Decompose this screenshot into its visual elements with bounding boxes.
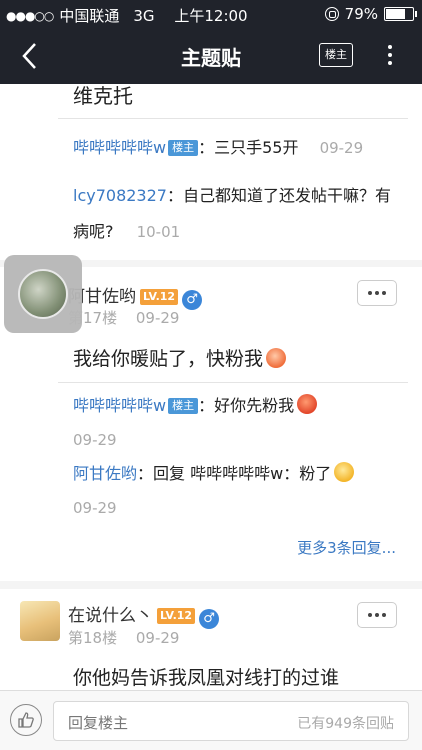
post-body: 我给你暖贴了，快粉我 xyxy=(73,344,287,371)
op-tag: 楼主 xyxy=(168,140,199,156)
bottom-reply-bar: 回复楼主 已有949条回贴 xyxy=(0,690,422,750)
author-name[interactable]: 在说什么丶 xyxy=(68,606,153,626)
reply-list: 哔哔哔哔哔w 楼主 ：三只手55开 09-29 lcy7082327：自己都知道了还… xyxy=(58,124,408,250)
battery-icon xyxy=(384,7,417,21)
reply-username[interactable]: 哔哔哔哔哔w xyxy=(73,396,166,415)
op-tag: 楼主 xyxy=(168,398,199,414)
more-replies-link[interactable]: 更多3条回复... xyxy=(297,537,396,558)
post-body: 你他妈告诉我凤凰对线打的过谁 xyxy=(73,667,340,689)
avatar-image xyxy=(18,269,68,319)
smile-emoji-icon xyxy=(334,462,355,482)
reply-item[interactable]: 哔哔哔哔哔w 楼主 ：好你先粉我 09-29 xyxy=(73,389,396,457)
male-icon: ♂ xyxy=(182,290,203,310)
like-button[interactable] xyxy=(10,704,42,736)
post-18: 在说什么丶 LV.12 ♂ 第18楼 09-29 你他妈告诉我凤凰对线打的过谁 xyxy=(0,589,422,690)
reply-item[interactable]: lcy7082327：自己都知道了还发帖干嘛？有病呢? 10-01 xyxy=(73,178,396,250)
only-op-button[interactable]: 楼主 xyxy=(319,43,353,67)
post-author[interactable]: 阿甘佐哟 LV.12 ♂ xyxy=(68,282,203,310)
reply-count: 已有949条回贴 xyxy=(297,716,394,732)
reply-username[interactable]: lcy7082327 xyxy=(73,186,167,205)
reply-placeholder: 回复楼主 xyxy=(68,714,129,732)
post-meta: 第17楼 09-29 xyxy=(68,307,179,328)
reply-input[interactable]: 回复楼主 已有949条回贴 xyxy=(53,701,409,741)
level-badge: LV.12 xyxy=(140,289,179,305)
avatar[interactable] xyxy=(20,601,60,641)
reply-username[interactable]: 阿甘佐哟 xyxy=(73,464,137,483)
reply-item[interactable]: 阿甘佐哟：回复 哔哔哔哔哔w：粉了 09-29 xyxy=(73,457,396,525)
reply-username[interactable]: 哔哔哔哔哔w xyxy=(73,138,166,157)
floor-number: 第18楼 xyxy=(68,629,118,647)
thread-content: 维克托 哔哔哔哔哔w 楼主 ：三只手55开 09-29 lcy7082327：自己都… xyxy=(0,84,422,690)
reply-text: ：三只手55开 xyxy=(198,138,299,157)
level-badge: LV.12 xyxy=(157,608,196,624)
reply-item[interactable]: 哔哔哔哔哔w 楼主 ：三只手55开 09-29 xyxy=(73,135,396,161)
reply-date: 09-29 xyxy=(73,499,117,517)
thumbs-up-icon xyxy=(18,712,34,728)
angry-emoji-icon xyxy=(297,394,318,414)
rotation-lock-icon xyxy=(324,7,339,21)
male-icon: ♂ xyxy=(199,609,220,629)
status-bar: ●●●○○ 中国联通 3G 上午12:00 79% xyxy=(0,0,422,28)
reply-date: 10-01 xyxy=(136,223,181,241)
reply-date: 09-29 xyxy=(73,431,117,449)
nav-bar: 主题贴 楼主 xyxy=(0,28,422,84)
divider xyxy=(58,118,408,119)
post-16: 维克托 哔哔哔哔哔w 楼主 ：三只手55开 09-29 lcy7082327：自己都… xyxy=(0,84,422,260)
reply-text: ：好你先粉我 xyxy=(198,396,295,415)
post-date: 09-29 xyxy=(135,629,180,647)
divider xyxy=(58,382,408,383)
post-date: 09-29 xyxy=(135,309,180,327)
post-more-button[interactable] xyxy=(357,280,397,306)
reply-text: ：回复 哔哔哔哔哔w：粉了 xyxy=(137,464,332,483)
more-menu-button[interactable] xyxy=(380,40,400,70)
post-more-button[interactable] xyxy=(357,602,397,628)
post-meta: 第18楼 09-29 xyxy=(68,627,179,648)
cat-emoji-icon xyxy=(266,348,287,368)
reply-list: 哔哔哔哔哔w 楼主 ：好你先粉我 09-29 阿甘佐哟：回复 哔哔哔哔哔w：粉了 0… xyxy=(58,387,408,579)
page-title: 主题贴 xyxy=(181,46,241,70)
post-author[interactable]: 在说什么丶 LV.12 ♂ xyxy=(68,601,220,629)
avatar[interactable] xyxy=(4,255,82,333)
reply-date: 09-29 xyxy=(319,139,364,157)
battery-percent: 79% xyxy=(344,5,378,23)
post-body: 维克托 xyxy=(73,84,133,108)
